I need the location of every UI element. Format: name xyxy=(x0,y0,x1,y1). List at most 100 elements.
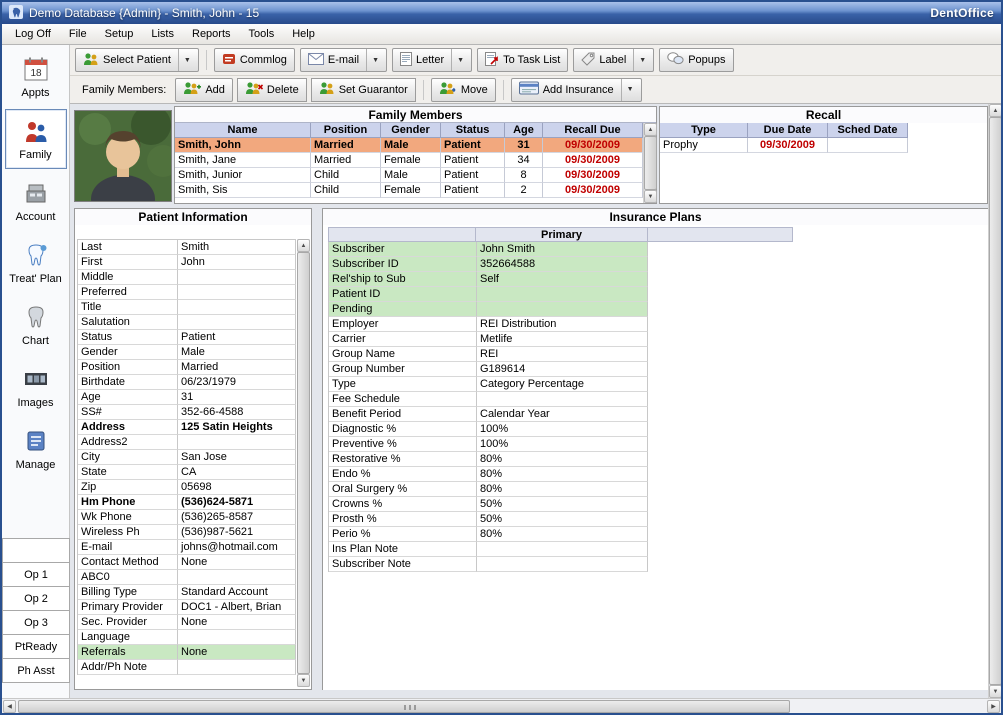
email-button[interactable]: E-mail ▼ xyxy=(300,48,387,72)
insurance-row[interactable]: Prosth %50% xyxy=(329,512,648,527)
patient-photo[interactable] xyxy=(74,110,172,202)
family-grid-scrollbar[interactable]: ▲ ▼ xyxy=(643,123,656,203)
insurance-row[interactable]: Ins Plan Note xyxy=(329,542,648,557)
add-insurance-button[interactable]: Add Insurance ▼ xyxy=(511,78,642,102)
insurance-row[interactable]: Benefit PeriodCalendar Year xyxy=(329,407,648,422)
scroll-up-icon[interactable]: ▲ xyxy=(644,123,657,136)
menu-setup[interactable]: Setup xyxy=(96,25,143,43)
patient-info-row[interactable]: Contact MethodNone xyxy=(78,555,296,570)
scroll-up-icon[interactable]: ▲ xyxy=(297,239,310,252)
scrollbar-thumb[interactable] xyxy=(297,252,310,674)
insurance-row[interactable]: Restorative %80% xyxy=(329,452,648,467)
insurance-row[interactable]: Oral Surgery %80% xyxy=(329,482,648,497)
patient-info-row[interactable]: FirstJohn xyxy=(78,255,296,270)
patient-info-row[interactable]: Age31 xyxy=(78,390,296,405)
patient-info-row[interactable]: SS#352-66-4588 xyxy=(78,405,296,420)
scroll-down-icon[interactable]: ▼ xyxy=(989,685,1002,698)
insurance-row[interactable]: Pending xyxy=(329,302,648,317)
patient-info-row[interactable]: Billing TypeStandard Account xyxy=(78,585,296,600)
insurance-row[interactable]: Group NameREI xyxy=(329,347,648,362)
side-cell-op1[interactable]: Op 1 xyxy=(2,562,70,587)
titlebar[interactable]: Demo Database {Admin} - Smith, John - 15… xyxy=(2,2,1001,24)
dropdown-arrow-icon[interactable]: ▼ xyxy=(621,79,634,101)
menu-help[interactable]: Help xyxy=(283,25,324,43)
insurance-row[interactable]: Subscriber Note xyxy=(329,557,648,572)
patient-info-row[interactable]: Preferred xyxy=(78,285,296,300)
patient-info-row[interactable]: Wireless Ph(536)987-5621 xyxy=(78,525,296,540)
insurance-row[interactable]: Perio %80% xyxy=(329,527,648,542)
menu-tools[interactable]: Tools xyxy=(240,25,284,43)
family-member-row[interactable]: Smith, JohnMarriedMalePatient3109/30/200… xyxy=(175,138,656,153)
patient-info-row[interactable]: Language xyxy=(78,630,296,645)
scroll-down-icon[interactable]: ▼ xyxy=(644,190,657,203)
insurance-row[interactable]: Endo %80% xyxy=(329,467,648,482)
patient-info-row[interactable]: CitySan Jose xyxy=(78,450,296,465)
letter-button[interactable]: Letter ▼ xyxy=(392,48,472,72)
side-cell-empty[interactable] xyxy=(2,538,70,563)
to-task-list-button[interactable]: To Task List xyxy=(477,48,568,72)
window-horizontal-scrollbar[interactable]: ◀ ▶ xyxy=(2,698,1001,713)
dropdown-arrow-icon[interactable]: ▼ xyxy=(633,49,646,71)
insurance-row[interactable]: Subscriber ID352664588 xyxy=(329,257,648,272)
side-cell-op2[interactable]: Op 2 xyxy=(2,586,70,611)
set-guarantor-button[interactable]: Set Guarantor xyxy=(311,78,416,102)
menu-lists[interactable]: Lists xyxy=(142,25,183,43)
scrollbar-thumb[interactable] xyxy=(644,136,657,190)
insurance-row[interactable]: SubscriberJohn Smith xyxy=(329,242,648,257)
scroll-down-icon[interactable]: ▼ xyxy=(297,674,310,687)
scroll-left-icon[interactable]: ◀ xyxy=(3,700,16,713)
insurance-row[interactable]: Diagnostic %100% xyxy=(329,422,648,437)
sidebar-item-images[interactable]: Images xyxy=(5,357,67,417)
family-member-row[interactable]: Smith, JuniorChildMalePatient809/30/2009 xyxy=(175,168,656,183)
dropdown-arrow-icon[interactable]: ▼ xyxy=(366,49,379,71)
dropdown-arrow-icon[interactable]: ▼ xyxy=(451,49,464,71)
insurance-row[interactable]: Group NumberG189614 xyxy=(329,362,648,377)
recall-row[interactable]: Prophy09/30/2009 xyxy=(660,138,987,153)
patient-info-scrollbar[interactable]: ▲ ▼ xyxy=(297,239,310,687)
insurance-row[interactable]: EmployerREI Distribution xyxy=(329,317,648,332)
menu-file[interactable]: File xyxy=(60,25,96,43)
dropdown-arrow-icon[interactable]: ▼ xyxy=(178,49,191,71)
label-button[interactable]: Label ▼ xyxy=(573,48,654,72)
insurance-row[interactable]: Crowns %50% xyxy=(329,497,648,512)
insurance-row[interactable]: Fee Schedule xyxy=(329,392,648,407)
scroll-up-icon[interactable]: ▲ xyxy=(989,104,1002,117)
patient-info-row[interactable]: GenderMale xyxy=(78,345,296,360)
patient-info-row[interactable]: Sec. ProviderNone xyxy=(78,615,296,630)
family-member-row[interactable]: Smith, JaneMarriedFemalePatient3409/30/2… xyxy=(175,153,656,168)
patient-info-row[interactable]: Middle xyxy=(78,270,296,285)
patient-info-row[interactable]: Primary ProviderDOC1 - Albert, Brian xyxy=(78,600,296,615)
window-vertical-scrollbar[interactable]: ▲ ▼ xyxy=(988,104,1001,698)
patient-info-row[interactable]: Address2 xyxy=(78,435,296,450)
commlog-button[interactable]: Commlog xyxy=(214,48,295,72)
patient-info-row[interactable]: Salutation xyxy=(78,315,296,330)
scrollbar-thumb[interactable] xyxy=(18,700,790,713)
side-cell-phasst[interactable]: Ph Asst xyxy=(2,658,70,683)
menu-reports[interactable]: Reports xyxy=(183,25,240,43)
insurance-row[interactable]: TypeCategory Percentage xyxy=(329,377,648,392)
sidebar-item-account[interactable]: Account xyxy=(5,171,67,231)
menu-log-off[interactable]: Log Off xyxy=(6,25,60,43)
patient-info-row[interactable]: Zip05698 xyxy=(78,480,296,495)
insurance-row[interactable]: Rel'ship to SubSelf xyxy=(329,272,648,287)
popups-button[interactable]: Popups xyxy=(659,48,733,72)
sidebar-item-manage[interactable]: Manage xyxy=(5,419,67,479)
insurance-row[interactable]: Preventive %100% xyxy=(329,437,648,452)
sidebar-item-chart[interactable]: Chart xyxy=(5,295,67,355)
patient-info-row[interactable]: Birthdate06/23/1979 xyxy=(78,375,296,390)
patient-info-row[interactable]: Addr/Ph Note xyxy=(78,660,296,675)
sidebar-item-treat-plan[interactable]: Treat' Plan xyxy=(5,233,67,293)
patient-info-row[interactable]: StatusPatient xyxy=(78,330,296,345)
sidebar-item-appts[interactable]: 18 Appts xyxy=(5,47,67,107)
patient-info-row[interactable]: Address125 Satin Heights xyxy=(78,420,296,435)
patient-info-row[interactable]: PositionMarried xyxy=(78,360,296,375)
patient-info-row[interactable]: Title xyxy=(78,300,296,315)
patient-info-row[interactable]: Wk Phone(536)265-8587 xyxy=(78,510,296,525)
patient-info-row[interactable]: ABC0 xyxy=(78,570,296,585)
insurance-row[interactable]: Patient ID xyxy=(329,287,648,302)
patient-info-row[interactable]: LastSmith xyxy=(78,240,296,255)
scrollbar-thumb[interactable] xyxy=(989,117,1002,685)
scroll-right-icon[interactable]: ▶ xyxy=(987,700,1000,713)
patient-info-row[interactable]: Hm Phone(536)624-5871 xyxy=(78,495,296,510)
add-family-member-button[interactable]: Add xyxy=(175,78,233,102)
